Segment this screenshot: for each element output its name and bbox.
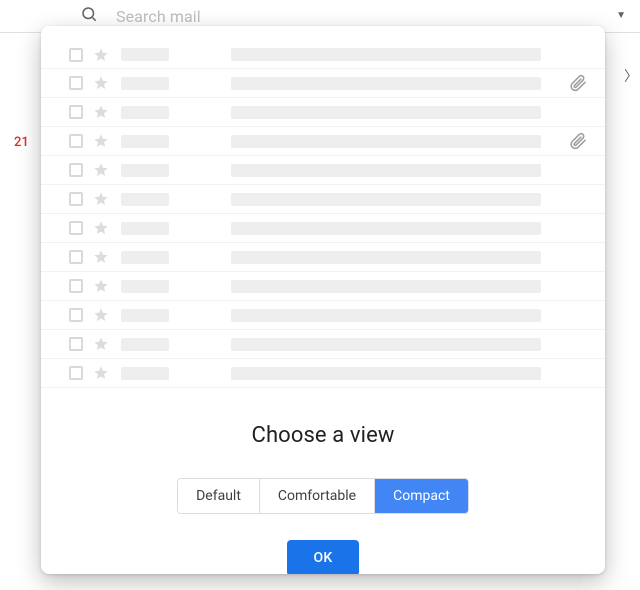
- search-placeholder: Search mail: [116, 7, 201, 26]
- choose-view-dialog: Choose a view Default Comfortable Compac…: [41, 26, 605, 574]
- checkbox-icon: [69, 308, 83, 322]
- star-icon: [93, 220, 109, 236]
- view-preview: [41, 26, 605, 395]
- dialog-title: Choose a view: [41, 423, 605, 448]
- star-icon: [93, 365, 109, 381]
- checkbox-icon: [69, 192, 83, 206]
- subject-placeholder: [231, 77, 541, 90]
- density-option-default[interactable]: Default: [178, 479, 260, 513]
- subject-placeholder: [231, 193, 541, 206]
- sender-placeholder: [121, 164, 169, 177]
- sidebar-unread-badge: 21: [14, 135, 29, 150]
- star-icon: [93, 191, 109, 207]
- sender-placeholder: [121, 280, 169, 293]
- sender-placeholder: [121, 222, 169, 235]
- preview-row: [41, 330, 605, 359]
- checkbox-icon: [69, 337, 83, 351]
- preview-row: [41, 185, 605, 214]
- sender-placeholder: [121, 309, 169, 322]
- star-icon: [93, 336, 109, 352]
- checkbox-icon: [69, 105, 83, 119]
- preview-row: [41, 40, 605, 69]
- chevron-right-icon: 〉: [624, 66, 638, 86]
- checkbox-icon: [69, 134, 83, 148]
- preview-row: [41, 359, 605, 388]
- subject-placeholder: [231, 135, 541, 148]
- density-option-compact[interactable]: Compact: [375, 479, 468, 513]
- subject-placeholder: [231, 280, 541, 293]
- checkbox-icon: [69, 76, 83, 90]
- preview-row: [41, 127, 605, 156]
- preview-row: [41, 214, 605, 243]
- preview-row: [41, 272, 605, 301]
- subject-placeholder: [231, 48, 541, 61]
- checkbox-icon: [69, 279, 83, 293]
- checkbox-icon: [69, 366, 83, 380]
- density-option-comfortable[interactable]: Comfortable: [260, 479, 375, 513]
- dialog-body: Choose a view Default Comfortable Compac…: [41, 395, 605, 574]
- search-icon: [80, 5, 98, 27]
- preview-row: [41, 156, 605, 185]
- attachment-icon: [569, 132, 587, 150]
- subject-placeholder: [231, 309, 541, 322]
- star-icon: [93, 133, 109, 149]
- star-icon: [93, 104, 109, 120]
- star-icon: [93, 75, 109, 91]
- star-icon: [93, 249, 109, 265]
- preview-row: [41, 301, 605, 330]
- checkbox-icon: [69, 48, 83, 62]
- star-icon: [93, 307, 109, 323]
- sender-placeholder: [121, 193, 169, 206]
- density-segmented-control: Default Comfortable Compact: [177, 478, 469, 514]
- sender-placeholder: [121, 77, 169, 90]
- subject-placeholder: [231, 164, 541, 177]
- attachment-icon: [569, 74, 587, 92]
- star-icon: [93, 162, 109, 178]
- sender-placeholder: [121, 338, 169, 351]
- star-icon: [93, 278, 109, 294]
- sender-placeholder: [121, 48, 169, 61]
- checkbox-icon: [69, 250, 83, 264]
- subject-placeholder: [231, 106, 541, 119]
- ok-button[interactable]: OK: [287, 540, 358, 574]
- subject-placeholder: [231, 251, 541, 264]
- checkbox-icon: [69, 163, 83, 177]
- preview-row: [41, 98, 605, 127]
- sender-placeholder: [121, 106, 169, 119]
- caret-down-icon: ▼: [616, 10, 626, 21]
- preview-row: [41, 243, 605, 272]
- subject-placeholder: [231, 338, 541, 351]
- subject-placeholder: [231, 222, 541, 235]
- subject-placeholder: [231, 367, 541, 380]
- sender-placeholder: [121, 251, 169, 264]
- star-icon: [93, 47, 109, 63]
- preview-row: [41, 69, 605, 98]
- checkbox-icon: [69, 221, 83, 235]
- sender-placeholder: [121, 135, 169, 148]
- sender-placeholder: [121, 367, 169, 380]
